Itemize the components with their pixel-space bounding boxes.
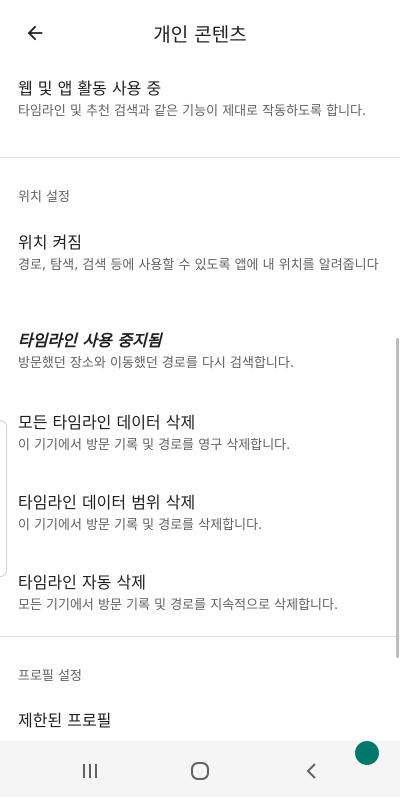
recent-apps-icon	[83, 764, 97, 778]
item-title: 웹 및 앱 활동 사용 중	[18, 79, 162, 98]
chevron-left-icon	[306, 763, 316, 779]
item-subtitle: 모든 기기에서 방문 기록 및 경로를 지속적으로 삭제합니다.	[18, 598, 339, 613]
system-nav-bar	[0, 741, 400, 797]
item-title: 제한된 프로필	[18, 711, 112, 730]
edge-panel-handle[interactable]	[0, 420, 7, 577]
restricted-profile-item[interactable]: 제한된 프로필	[18, 710, 380, 732]
item-subtitle: 방문했던 장소와 이동했던 경로를 다시 검색합니다.	[18, 356, 294, 371]
section-header-profile: 프로필 설정	[18, 669, 82, 684]
settings-list[interactable]: 웹 및 앱 활동 사용 중 타임라인 및 추천 검색과 같은 기능이 제대로 작…	[0, 64, 400, 740]
back-nav-button[interactable]	[298, 757, 326, 785]
item-title: 위치 켜짐	[18, 233, 82, 252]
recent-apps-button[interactable]	[76, 757, 104, 785]
delete-all-timeline-item[interactable]: 모든 타임라인 데이터 삭제 이 기기에서 방문 기록 및 경로를 영구 삭제합…	[18, 412, 380, 455]
item-subtitle: 경로, 탐색, 검색 등에 사용할 수 있도록 앱에 내 위치를 알려줍니다	[18, 258, 379, 273]
section-header-location: 위치 설정	[18, 190, 70, 205]
item-subtitle: 이 기기에서 방문 기록 및 경로를 영구 삭제합니다.	[18, 438, 291, 453]
auto-delete-timeline-item[interactable]: 타임라인 자동 삭제 모든 기기에서 방문 기록 및 경로를 지속적으로 삭제합…	[18, 572, 380, 615]
item-title: 타임라인 데이터 범위 삭제	[18, 493, 196, 512]
page-title: 개인 콘텐츠	[153, 24, 247, 46]
app-bar: 개인 콘텐츠	[0, 0, 400, 64]
web-app-activity-item[interactable]: 웹 및 앱 활동 사용 중 타임라인 및 추천 검색과 같은 기능이 제대로 작…	[18, 78, 380, 121]
scrollbar[interactable]	[396, 338, 399, 658]
item-title: 타임라인 자동 삭제	[18, 573, 146, 592]
item-subtitle: 이 기기에서 방문 기록 및 경로를 삭제합니다.	[18, 518, 263, 533]
home-button[interactable]	[186, 757, 214, 785]
delete-timeline-range-item[interactable]: 타임라인 데이터 범위 삭제 이 기기에서 방문 기록 및 경로를 삭제합니다.	[18, 492, 380, 535]
item-title: 모든 타임라인 데이터 삭제	[18, 413, 196, 432]
item-title: 타임라인 사용 중지됨	[18, 331, 162, 350]
item-subtitle: 타임라인 및 추천 검색과 같은 기능이 제대로 작동하도록 합니다.	[18, 104, 367, 119]
restricted-profile-toggle[interactable]	[355, 741, 379, 765]
location-on-item[interactable]: 위치 켜짐 경로, 탐색, 검색 등에 사용할 수 있도록 앱에 내 위치를 알…	[18, 232, 380, 275]
divider	[0, 157, 400, 158]
timeline-paused-item[interactable]: 타임라인 사용 중지됨 방문했던 장소와 이동했던 경로를 다시 검색합니다.	[18, 330, 380, 373]
home-icon	[191, 762, 209, 780]
divider	[0, 636, 400, 637]
